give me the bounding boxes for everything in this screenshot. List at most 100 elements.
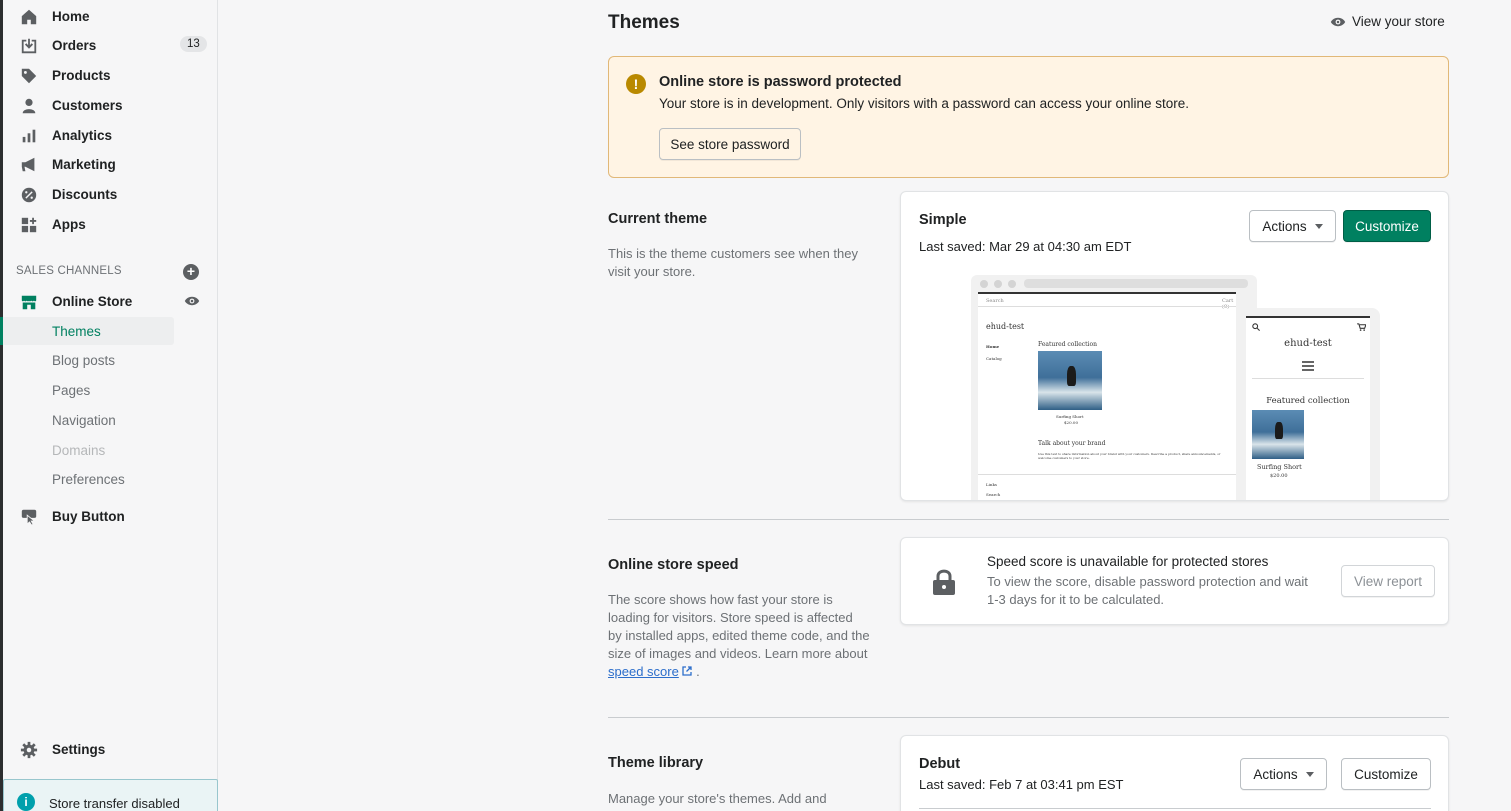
theme-last-saved: Last saved: Mar 29 at 04:30 am EDT — [919, 239, 1132, 254]
sidebar-item-orders[interactable]: Orders 13 — [3, 31, 218, 59]
sidebar-item-buy-button[interactable]: Buy Button — [3, 502, 218, 530]
speed-card: Speed score is unavailable for protected… — [900, 537, 1449, 625]
speed-card-title: Speed score is unavailable for protected… — [987, 554, 1269, 569]
sidebar-item-home[interactable]: Home — [3, 2, 218, 30]
preview-mobile-store-name: ehud-test — [1284, 338, 1332, 349]
current-theme-card: Simple Last saved: Mar 29 at 04:30 am ED… — [900, 191, 1449, 501]
sidebar-item-label: Orders — [52, 37, 97, 53]
preview-cart: Cart (0) — [1222, 298, 1234, 310]
preview-links: Links — [986, 482, 997, 487]
sidebar-item-online-store[interactable]: Online Store — [3, 287, 218, 315]
sidebar-item-label: Products — [52, 67, 111, 83]
library-theme-last-saved: Last saved: Feb 7 at 03:41 pm EST — [919, 777, 1124, 792]
apps-icon — [21, 217, 37, 233]
sidebar-subitem-domains: Domains — [3, 436, 174, 464]
warning-icon: ! — [626, 74, 646, 94]
sidebar-item-label: Online Store — [52, 293, 133, 309]
sidebar-subitem-navigation[interactable]: Navigation — [3, 406, 174, 434]
sidebar: Home Orders 13 Products Customers Analyt… — [0, 0, 218, 811]
sidebar-item-products[interactable]: Products — [3, 61, 218, 89]
current-theme-description: This is the theme customers see when the… — [608, 246, 859, 279]
password-protected-banner: ! Online store is password protected You… — [608, 56, 1449, 178]
bar-chart-icon — [22, 129, 36, 143]
sidebar-item-label: Marketing — [52, 156, 116, 172]
theme-library-heading: Theme library — [608, 755, 704, 771]
sidebar-item-marketing[interactable]: Marketing — [3, 150, 218, 178]
sidebar-subitem-label: Pages — [52, 382, 91, 398]
preview-featured: Featured collection — [1038, 341, 1097, 348]
preview-mobile-product: Surfing Short — [1257, 463, 1302, 471]
view-report-button[interactable]: View report — [1341, 565, 1435, 597]
info-icon: i — [17, 793, 35, 811]
preview-nav-catalog: Catalog — [986, 356, 1002, 361]
sidebar-item-label: Customers — [52, 97, 123, 113]
speed-description-period: . — [696, 664, 700, 679]
discount-icon — [21, 187, 37, 203]
sidebar-item-label: Analytics — [52, 127, 113, 143]
sidebar-item-analytics[interactable]: Analytics — [3, 121, 218, 149]
tag-icon — [21, 68, 37, 84]
orders-icon — [21, 38, 37, 54]
sales-channels-heading: SALES CHANNELS — [16, 265, 122, 277]
current-theme-heading: Current theme — [608, 211, 708, 227]
cart-icon — [1357, 323, 1366, 331]
sidebar-subitem-preferences[interactable]: Preferences — [3, 465, 174, 493]
section-divider — [608, 717, 1449, 718]
sidebar-item-discounts[interactable]: Discounts — [3, 180, 218, 208]
library-customize-button[interactable]: Customize — [1341, 758, 1431, 790]
speed-heading: Online store speed — [608, 557, 739, 573]
buy-button-icon — [21, 509, 37, 526]
theme-library-description: Manage your store's themes. Add and publ… — [608, 791, 827, 811]
library-theme-name: Debut — [919, 756, 961, 772]
external-link-icon — [682, 666, 693, 676]
add-sales-channel-icon[interactable]: + — [183, 264, 199, 280]
sidebar-item-apps[interactable]: Apps — [3, 210, 218, 238]
sidebar-item-label: Apps — [52, 216, 86, 232]
desktop-preview-page: Search Cart (0) ehud-test Home Catalog F… — [978, 292, 1236, 500]
speed-description-text: The score shows how fast your store is l… — [608, 592, 870, 661]
view-store-label: View your store — [1352, 14, 1445, 29]
section-divider — [608, 519, 1449, 520]
store-icon — [21, 295, 37, 310]
speed-card-message: To view the score, disable password prot… — [987, 574, 1308, 607]
preview-brand: Talk about your brand — [1038, 440, 1106, 447]
sidebar-subitem-label: Themes — [52, 323, 101, 339]
sidebar-item-settings[interactable]: Settings — [3, 735, 218, 763]
customize-button[interactable]: Customize — [1343, 210, 1431, 242]
preview-mobile-price: $20.00 — [1270, 473, 1288, 479]
banner-title: Online store is password protected — [659, 74, 902, 90]
megaphone-icon — [21, 157, 35, 172]
sidebar-subitem-themes[interactable]: Themes — [0, 317, 174, 345]
speed-score-link-label: speed score — [608, 664, 679, 679]
sidebar-subitem-label: Blog posts — [52, 352, 116, 368]
browser-address-bar — [1024, 279, 1248, 288]
library-actions-button[interactable]: Actions — [1240, 758, 1327, 790]
card-divider — [919, 808, 1431, 809]
speed-description: The score shows how fast your store is l… — [608, 591, 870, 681]
theme-name: Simple — [919, 212, 967, 228]
sidebar-item-customers[interactable]: Customers — [3, 91, 218, 119]
gear-icon — [20, 741, 38, 759]
see-store-password-button[interactable]: See store password — [659, 128, 801, 160]
chevron-down-icon — [1305, 771, 1314, 777]
actions-label: Actions — [1262, 218, 1307, 234]
person-icon — [22, 98, 36, 114]
mobile-theme-preview: ehud-test Featured collection Surfing Sh… — [1238, 308, 1380, 500]
product-photo — [1038, 351, 1102, 410]
eye-icon — [1330, 17, 1346, 26]
store-transfer-notice: i Store transfer disabled — [3, 779, 218, 811]
preview-brand-text: Use this text to share information about… — [1038, 452, 1221, 460]
sidebar-subitem-pages[interactable]: Pages — [3, 376, 174, 404]
eye-icon[interactable] — [184, 295, 200, 307]
lock-icon — [933, 569, 955, 595]
sidebar-subitem-label: Preferences — [52, 471, 125, 487]
sidebar-subitem-blog-posts[interactable]: Blog posts — [3, 346, 174, 374]
actions-button[interactable]: Actions — [1249, 210, 1336, 242]
preview-search: Search — [986, 298, 1004, 304]
home-icon — [21, 9, 37, 25]
preview-nav-home: Home — [986, 344, 1000, 349]
preview-price: $20.00 — [1064, 420, 1078, 425]
view-store-link[interactable]: View your store — [1330, 14, 1445, 29]
speed-score-link[interactable]: speed score — [608, 664, 679, 679]
theme-library-card: Debut Last saved: Feb 7 at 03:41 pm EST … — [900, 735, 1449, 811]
